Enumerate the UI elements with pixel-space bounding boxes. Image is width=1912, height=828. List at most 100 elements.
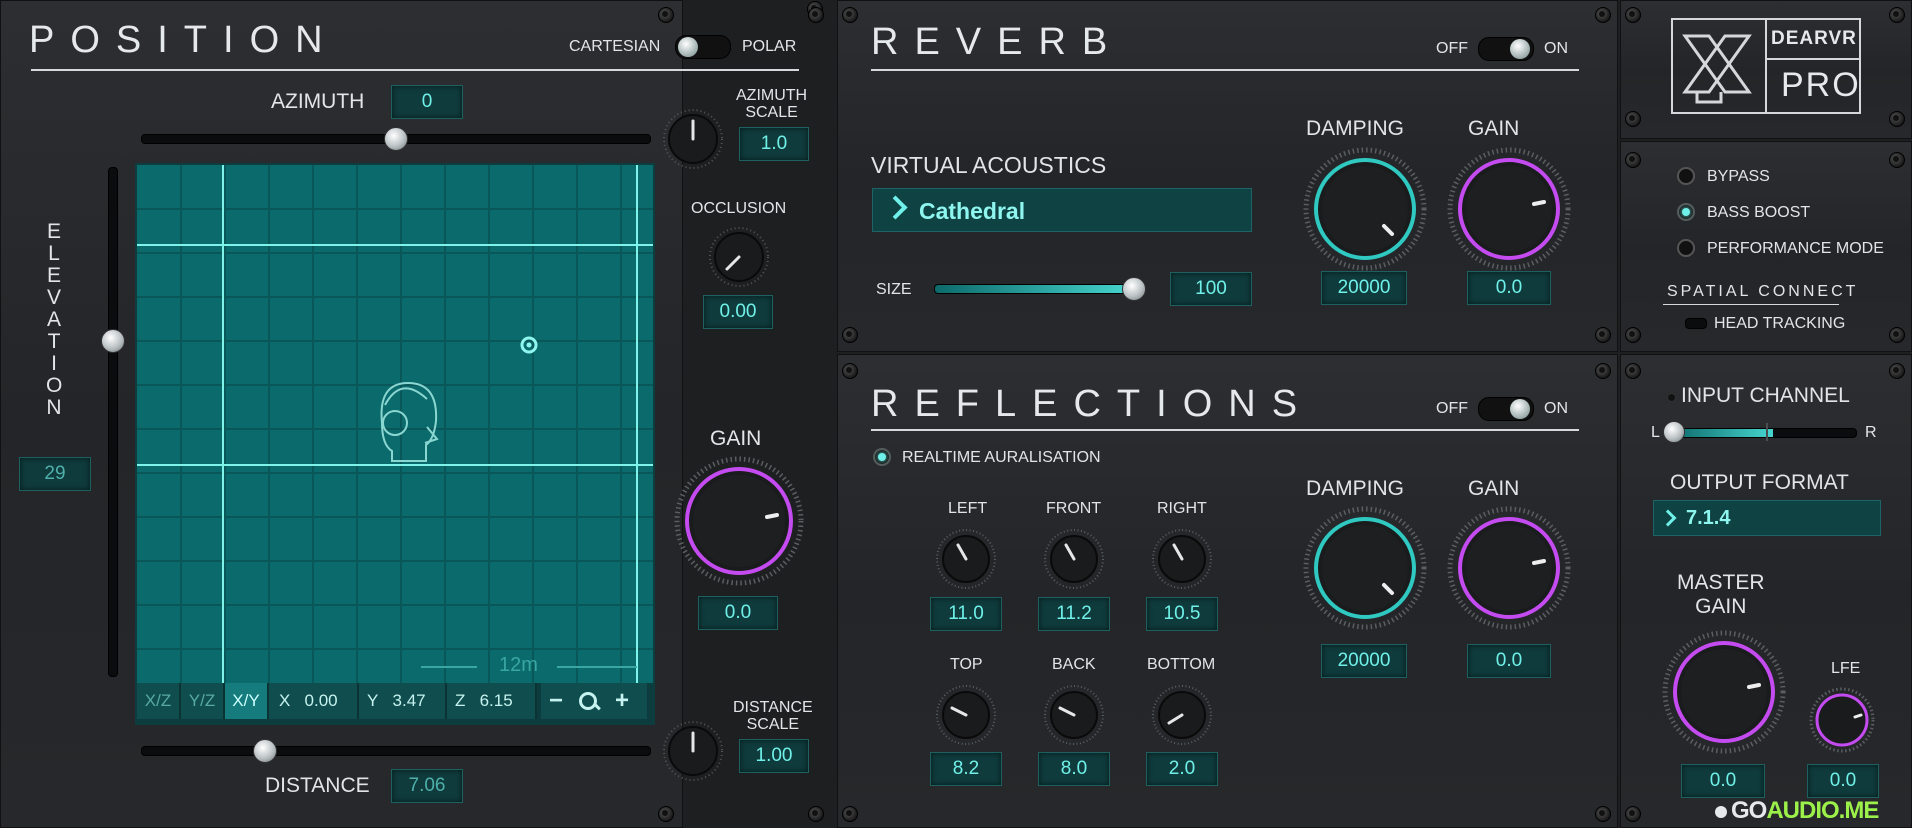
reverb-gain-knob[interactable]: [1444, 144, 1574, 279]
zoom-in-button[interactable]: +: [615, 683, 629, 719]
front-value[interactable]: 11.2: [1038, 597, 1110, 631]
distance-scale-value[interactable]: 1.00: [739, 739, 809, 773]
bass-boost-label[interactable]: BASS BOOST: [1707, 204, 1810, 222]
watermark-text: GOAUDIO.ME: [1731, 797, 1879, 824]
magnifier-handle: [593, 702, 601, 711]
lfe-value[interactable]: 0.0: [1807, 764, 1879, 798]
screw: [658, 806, 674, 822]
right-value[interactable]: 10.5: [1146, 597, 1218, 631]
y-coordinate[interactable]: Y 3.47: [359, 683, 447, 719]
top-label: TOP: [950, 656, 983, 673]
grid-distance-label: 12m: [499, 654, 538, 676]
elevation-slider[interactable]: [108, 167, 118, 677]
reflections-off-label[interactable]: OFF: [1436, 400, 1468, 418]
master-gain-value[interactable]: 0.0: [1681, 764, 1765, 798]
position-gain-knob[interactable]: [671, 453, 807, 594]
reflections-panel: REFLECTIONS OFF ON REALTIME AURALISATION…: [837, 354, 1618, 828]
x-coordinate[interactable]: X 0.00: [269, 683, 359, 719]
options-panel: BYPASS BASS BOOST PERFORMANCE MODE SPATI…: [1620, 141, 1912, 352]
head-tracking-toggle[interactable]: [1685, 318, 1707, 329]
reverb-off-label[interactable]: OFF: [1436, 40, 1468, 58]
azimuth-scale-label: AZIMUTH SCALE: [736, 87, 808, 121]
screw: [808, 806, 824, 822]
screw: [1625, 111, 1641, 127]
performance-mode-label[interactable]: PERFORMANCE MODE: [1707, 240, 1884, 258]
screw: [1595, 806, 1611, 822]
reflections-title-rule: [871, 429, 1579, 431]
acoustics-preset-dropdown[interactable]: Cathedral: [872, 188, 1252, 232]
coordinate-mode-switch[interactable]: [675, 35, 731, 59]
input-balance-thumb[interactable]: [1663, 421, 1685, 443]
reverb-gain-value[interactable]: 0.0: [1467, 271, 1551, 305]
distance-slider[interactable]: [141, 746, 651, 756]
right-knob[interactable]: [1150, 527, 1214, 596]
azimuth-slider-thumb[interactable]: [384, 127, 408, 151]
back-value[interactable]: 8.0: [1038, 752, 1110, 786]
size-slider[interactable]: [934, 284, 1134, 294]
distance-scale-knob[interactable]: [661, 719, 725, 788]
size-value[interactable]: 100: [1170, 272, 1252, 306]
bass-boost-radio[interactable]: [1677, 203, 1695, 221]
reverb-damping-knob[interactable]: [1300, 144, 1430, 279]
azimuth-scale-value[interactable]: 1.0: [739, 127, 809, 161]
distance-slider-thumb[interactable]: [253, 739, 277, 763]
master-gain-knob[interactable]: [1659, 627, 1789, 762]
screw: [1889, 363, 1905, 379]
reflections-damping-label: DAMPING: [1306, 477, 1405, 500]
azimuth-scale-knob[interactable]: [661, 107, 725, 176]
distance-value[interactable]: 7.06: [391, 769, 463, 803]
reflections-damping-value[interactable]: 20000: [1321, 644, 1407, 678]
view-xz-button[interactable]: X/Z: [137, 683, 181, 719]
lfe-knob[interactable]: [1807, 685, 1877, 760]
front-knob[interactable]: [1042, 527, 1106, 596]
realtime-auralisation-radio[interactable]: [873, 448, 891, 466]
screw: [1625, 152, 1641, 168]
occlusion-value[interactable]: 0.00: [703, 295, 773, 329]
input-balance-slider[interactable]: [1671, 428, 1857, 438]
output-format-dropdown[interactable]: 7.1.4: [1653, 500, 1881, 536]
master-gain-label: MASTER GAIN: [1677, 571, 1765, 618]
listener-head-icon: [380, 381, 439, 462]
brand-logo: DEARVR PRO: [1671, 18, 1861, 114]
screw: [1625, 327, 1641, 343]
reverb-damping-value[interactable]: 20000: [1321, 271, 1407, 305]
realtime-auralisation-label[interactable]: REALTIME AURALISATION: [902, 449, 1101, 467]
brand-name: DEARVR: [1771, 28, 1857, 49]
reflections-gain-value[interactable]: 0.0: [1467, 644, 1551, 678]
screw: [1889, 327, 1905, 343]
left-knob[interactable]: [934, 527, 998, 596]
performance-mode-radio[interactable]: [1677, 239, 1695, 257]
zoom-out-button[interactable]: −: [549, 683, 563, 719]
back-knob[interactable]: [1042, 683, 1106, 752]
position-gain-value[interactable]: 0.0: [698, 596, 778, 630]
elevation-slider-thumb[interactable]: [101, 329, 125, 353]
reverb-switch[interactable]: [1478, 37, 1534, 61]
view-yz-button[interactable]: Y/Z: [181, 683, 225, 719]
bypass-label[interactable]: BYPASS: [1707, 168, 1770, 186]
bypass-radio[interactable]: [1677, 167, 1695, 185]
right-label: RIGHT: [1157, 500, 1207, 517]
bottom-knob[interactable]: [1150, 683, 1214, 752]
screw: [1625, 806, 1641, 822]
top-knob[interactable]: [934, 683, 998, 752]
reverb-on-label[interactable]: ON: [1544, 40, 1568, 58]
view-xy-button[interactable]: X/Y: [225, 683, 269, 719]
left-value[interactable]: 11.0: [930, 597, 1002, 631]
head-tracking-label[interactable]: HEAD TRACKING: [1714, 315, 1845, 333]
bottom-value[interactable]: 2.0: [1146, 752, 1218, 786]
elevation-value[interactable]: 29: [19, 457, 91, 491]
balance-center-mark: [1766, 423, 1768, 441]
zoom-controls: − +: [541, 683, 647, 719]
reflections-on-label[interactable]: ON: [1544, 400, 1568, 418]
size-slider-thumb[interactable]: [1122, 277, 1146, 301]
polar-label[interactable]: POLAR: [742, 38, 796, 56]
top-value[interactable]: 8.2: [930, 752, 1002, 786]
cartesian-label[interactable]: CARTESIAN: [569, 38, 660, 56]
reflections-switch[interactable]: [1478, 397, 1534, 421]
reflections-gain-knob[interactable]: [1444, 503, 1574, 638]
z-coordinate[interactable]: Z 6.15: [447, 683, 537, 719]
position-grid[interactable]: 12m X/Z Y/Z X/Y X 0.00 Y 3.47 Z 6.15 − +: [135, 163, 655, 725]
reflections-damping-knob[interactable]: [1300, 503, 1430, 638]
azimuth-value[interactable]: 0: [391, 85, 463, 119]
occlusion-knob[interactable]: [707, 225, 771, 294]
